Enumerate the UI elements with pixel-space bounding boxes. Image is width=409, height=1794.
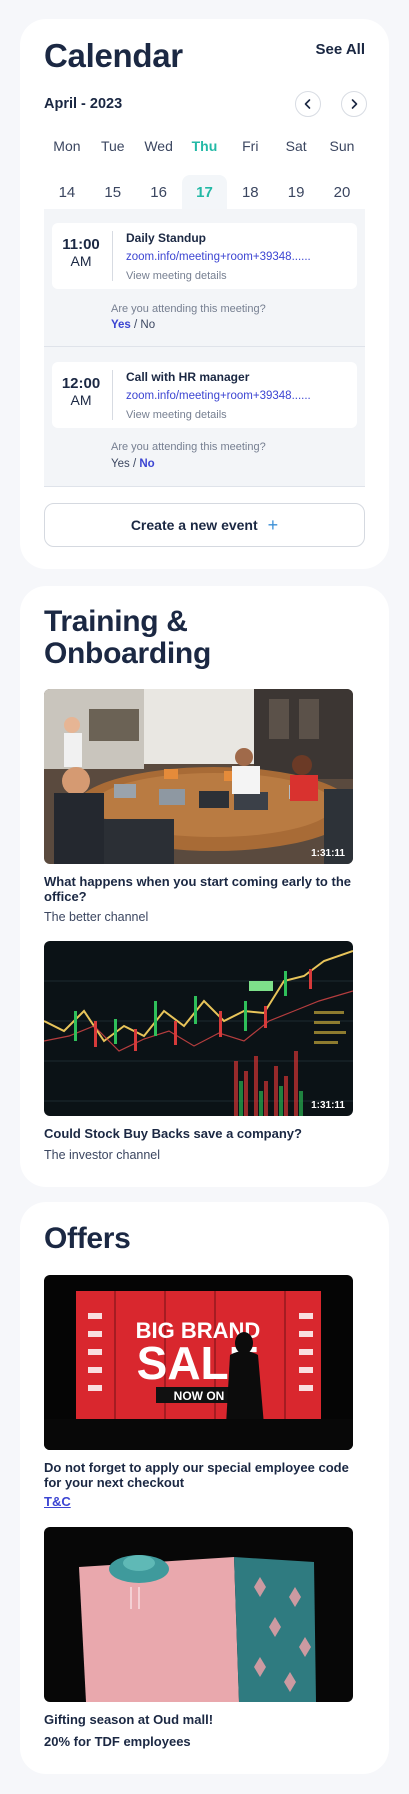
event-divider bbox=[44, 346, 365, 347]
rsvp-separator: / bbox=[130, 319, 141, 331]
chevron-right-icon bbox=[351, 99, 358, 109]
offer-image[interactable]: BIG BRAND SALE NOW ON bbox=[44, 1275, 353, 1450]
meeting-time: 11:00 AM bbox=[52, 236, 110, 270]
weekday-label: Fri bbox=[242, 138, 259, 154]
gift-bag-photo bbox=[44, 1527, 353, 1702]
meeting-title: Call with HR manager bbox=[126, 370, 250, 384]
date-cell[interactable]: 19 bbox=[273, 175, 319, 211]
create-event-button[interactable]: Create a new event + bbox=[44, 503, 365, 547]
training-title-line1: Training & bbox=[44, 605, 188, 638]
previous-week-button[interactable] bbox=[295, 91, 321, 117]
month-label: April - 2023 bbox=[44, 96, 123, 112]
date-row: 14 15 16 17 18 19 20 bbox=[44, 175, 365, 211]
training-title: Training & Onboarding bbox=[44, 606, 211, 670]
weekday-label: Mon bbox=[53, 138, 81, 154]
weekday-label: Wed bbox=[144, 138, 173, 154]
chevron-left-icon bbox=[304, 99, 311, 109]
rsvp-options: Yes / No bbox=[111, 458, 155, 470]
rsvp-no-button[interactable]: No bbox=[140, 319, 155, 331]
weekday-label-selected: Thu bbox=[191, 138, 218, 154]
stock-chart-photo bbox=[44, 941, 353, 1116]
video-channel: The investor channel bbox=[44, 1148, 161, 1162]
offer-image[interactable] bbox=[44, 1527, 353, 1702]
training-title-line2: Onboarding bbox=[44, 637, 211, 670]
video-channel: The better channel bbox=[44, 910, 149, 924]
see-all-link[interactable]: See All bbox=[316, 41, 365, 58]
rsvp-yes-button[interactable]: Yes bbox=[111, 319, 131, 331]
offer-description: Do not forget to apply our special emplo… bbox=[44, 1460, 349, 1490]
date-cell[interactable]: 16 bbox=[136, 175, 182, 211]
meeting-time-hour: 11:00 bbox=[62, 236, 100, 253]
video-thumbnail[interactable]: 1:31:11 bbox=[44, 689, 353, 864]
offers-card: Offers BIG BRAND SALE NOW ON Do not forg… bbox=[20, 1202, 389, 1774]
rsvp-yes-button[interactable]: Yes bbox=[111, 458, 130, 470]
calendar-title: Calendar bbox=[44, 37, 183, 74]
sale-banner-photo: BIG BRAND SALE NOW ON bbox=[44, 1275, 353, 1450]
meeting-time: 12:00 AM bbox=[52, 375, 110, 409]
meeting-room-photo bbox=[44, 689, 353, 864]
rsvp-options: Yes / No bbox=[111, 319, 155, 331]
attendance-question: Are you attending this meeting? bbox=[111, 303, 266, 315]
events-panel: 11:00 AM Daily Standup zoom.info/meeting… bbox=[44, 209, 365, 487]
video-duration: 1:31:11 bbox=[311, 1100, 345, 1111]
weekday-label: Tue bbox=[100, 138, 125, 154]
date-cell-selected[interactable]: 17 bbox=[181, 175, 228, 211]
meeting-time-ampm: AM bbox=[70, 253, 92, 269]
date-cell[interactable]: 14 bbox=[44, 175, 90, 211]
calendar-card: Calendar See All April - 2023 Mon Tue We… bbox=[20, 19, 389, 569]
meeting-time-ampm: AM bbox=[70, 392, 92, 408]
meeting-card[interactable]: 12:00 AM Call with HR manager zoom.info/… bbox=[52, 362, 357, 428]
video-title[interactable]: What happens when you start coming early… bbox=[44, 874, 359, 904]
weekday-label: Sun bbox=[329, 138, 355, 154]
meeting-link[interactable]: zoom.info/meeting+room+39348...... bbox=[126, 390, 311, 402]
rsvp-no-button[interactable]: No bbox=[139, 458, 154, 470]
event-divider bbox=[44, 486, 365, 487]
meeting-title: Daily Standup bbox=[126, 231, 207, 245]
offer-description-line2: 20% for TDF employees bbox=[44, 1734, 191, 1749]
sale-banner-now-on: NOW ON bbox=[174, 1389, 225, 1403]
next-week-button[interactable] bbox=[341, 91, 367, 117]
create-event-label: Create a new event bbox=[130, 517, 258, 533]
terms-and-conditions-link[interactable]: T&C bbox=[44, 1494, 71, 1509]
divider bbox=[112, 231, 113, 281]
video-thumbnail[interactable]: 1:31:11 bbox=[44, 941, 353, 1116]
divider bbox=[112, 370, 113, 420]
date-cell[interactable]: 18 bbox=[227, 175, 273, 211]
training-card: Training & Onboarding 1:31:11 What happe… bbox=[20, 586, 389, 1187]
view-meeting-details-link[interactable]: View meeting details bbox=[126, 270, 227, 282]
meeting-card[interactable]: 11:00 AM Daily Standup zoom.info/meeting… bbox=[52, 223, 357, 289]
meeting-link[interactable]: zoom.info/meeting+room+39348...... bbox=[126, 251, 311, 263]
meeting-time-hour: 12:00 bbox=[61, 375, 101, 392]
weekday-row: Mon Tue Wed Thu Fri Sat Sun bbox=[44, 138, 365, 158]
plus-icon: + bbox=[267, 514, 279, 535]
date-cell[interactable]: 20 bbox=[319, 175, 365, 211]
video-title[interactable]: Could Stock Buy Backs save a company? bbox=[44, 1126, 359, 1141]
offer-description-line1: Gifting season at Oud mall! bbox=[44, 1712, 214, 1727]
weekday-label: Sat bbox=[285, 138, 307, 154]
video-duration: 1:31:11 bbox=[311, 848, 345, 859]
offers-title: Offers bbox=[44, 1222, 131, 1255]
rsvp-separator: / bbox=[129, 458, 140, 470]
date-cell[interactable]: 15 bbox=[90, 175, 136, 211]
view-meeting-details-link[interactable]: View meeting details bbox=[126, 409, 227, 421]
attendance-question: Are you attending this meeting? bbox=[111, 441, 266, 453]
